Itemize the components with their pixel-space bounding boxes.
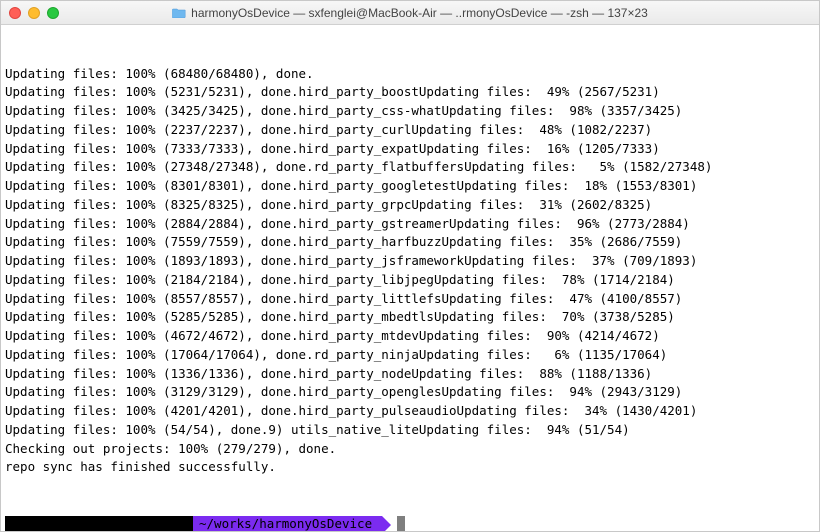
terminal-line: Updating files: 100% (7559/7559), done.h… <box>5 233 815 252</box>
terminal-line: Updating files: 100% (1336/1336), done.h… <box>5 365 815 384</box>
window-title: harmonyOsDevice — sxfenglei@MacBook-Air … <box>172 6 648 20</box>
terminal-line: Updating files: 100% (8325/8325), done.h… <box>5 196 815 215</box>
terminal-line: Updating files: 100% (3129/3129), done.h… <box>5 383 815 402</box>
terminal-window: harmonyOsDevice — sxfenglei@MacBook-Air … <box>0 0 820 532</box>
terminal-line: Updating files: 100% (3425/3425), done.h… <box>5 102 815 121</box>
terminal-line: Updating files: 100% (4201/4201), done.h… <box>5 402 815 421</box>
prompt-segment-host <box>5 516 193 532</box>
minimize-icon[interactable] <box>28 7 40 19</box>
terminal-line: Updating files: 100% (5285/5285), done.h… <box>5 308 815 327</box>
prompt-line[interactable]: ~/works/harmonyOsDevice <box>5 516 815 532</box>
titlebar: harmonyOsDevice — sxfenglei@MacBook-Air … <box>1 1 819 25</box>
terminal-line: Updating files: 100% (27348/27348), done… <box>5 158 815 177</box>
prompt-cwd-text: ~/works/harmonyOsDevice <box>199 515 372 531</box>
terminal-line: Updating files: 100% (8301/8301), done.h… <box>5 177 815 196</box>
terminal-line: Updating files: 100% (1893/1893), done.h… <box>5 252 815 271</box>
terminal-line: Updating files: 100% (7333/7333), done.h… <box>5 140 815 159</box>
terminal-line: Updating files: 100% (2184/2184), done.h… <box>5 271 815 290</box>
close-icon[interactable] <box>9 7 21 19</box>
terminal-line: Updating files: 100% (5231/5231), done.h… <box>5 83 815 102</box>
prompt-arrow-icon <box>382 516 391 532</box>
terminal-output[interactable]: Updating files: 100% (68480/68480), done… <box>1 25 819 531</box>
terminal-line: repo sync has finished successfully. <box>5 458 815 477</box>
zoom-icon[interactable] <box>47 7 59 19</box>
window-title-text: harmonyOsDevice — sxfenglei@MacBook-Air … <box>191 6 648 20</box>
cursor-icon <box>397 516 405 532</box>
terminal-line: Updating files: 100% (68480/68480), done… <box>5 65 815 84</box>
terminal-line: Updating files: 100% (2884/2884), done.h… <box>5 215 815 234</box>
terminal-line: Checking out projects: 100% (279/279), d… <box>5 440 815 459</box>
prompt-segment-cwd: ~/works/harmonyOsDevice <box>193 516 382 532</box>
terminal-line: Updating files: 100% (54/54), done.9) ut… <box>5 421 815 440</box>
terminal-line: Updating files: 100% (17064/17064), done… <box>5 346 815 365</box>
terminal-line: Updating files: 100% (4672/4672), done.h… <box>5 327 815 346</box>
window-controls <box>9 7 59 19</box>
terminal-line: Updating files: 100% (2237/2237), done.h… <box>5 121 815 140</box>
terminal-line: Updating files: 100% (8557/8557), done.h… <box>5 290 815 309</box>
folder-icon <box>172 7 186 18</box>
